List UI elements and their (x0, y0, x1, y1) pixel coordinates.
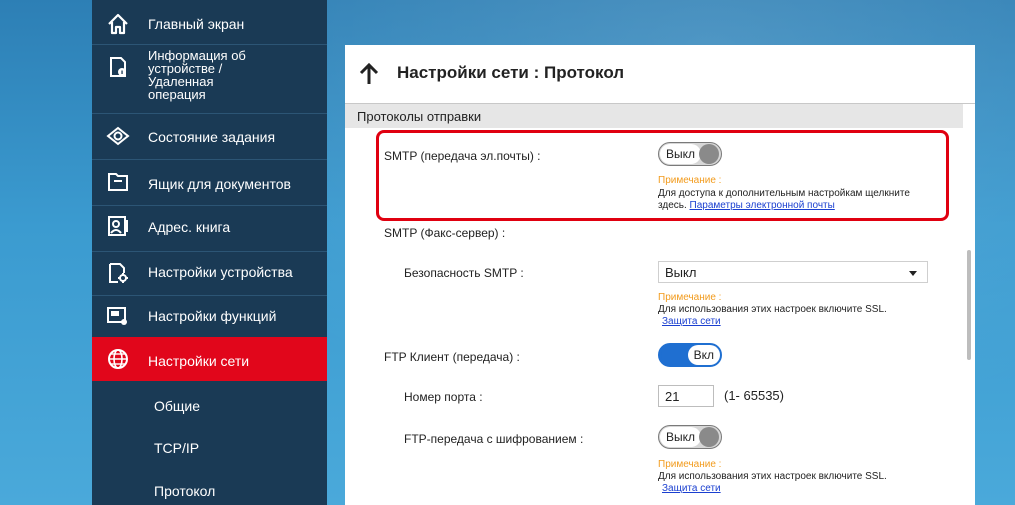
sidebar-item-device-info[interactable]: Информация об устройстве / Удаленная операц… (92, 45, 327, 110)
function-settings-icon (106, 304, 130, 328)
toggle-label: Вкл (687, 345, 720, 365)
sidebar-item-label: Главный экран (148, 16, 245, 32)
sidebar-item-document-box[interactable]: Ящик для документов (92, 160, 327, 204)
sidebar-item-address-book[interactable]: Адрес. книга (92, 206, 327, 250)
ftp-client-label: FTP Клиент (передача) : (384, 350, 520, 364)
sidebar-subitem-label: Протокол (154, 483, 216, 499)
sidebar-subitem-label: TCP/IP (154, 440, 200, 456)
smtp-security-label: Безопасность SMTP : (404, 266, 524, 280)
document-box-icon (106, 170, 130, 194)
network-security-link[interactable]: Защита сети (662, 316, 721, 327)
sidebar-item-label: Информация об устройстве / Удаленная операц… (148, 48, 246, 102)
panel-header: Настройки сети : Протокол (345, 45, 975, 104)
settings-panel: Настройки сети : Протокол Протоколы отпр… (345, 45, 975, 505)
toggle-knob (699, 427, 719, 447)
address-book-icon (106, 214, 130, 238)
sidebar-subitem-protocol[interactable]: Протокол (92, 466, 327, 505)
smtp-fax-label: SMTP (Факс-сервер) : (384, 226, 506, 240)
toggle-label: Выкл (660, 427, 702, 447)
toggle-knob (661, 345, 681, 365)
note-title: Примечание : (658, 459, 722, 470)
sidebar-item-label: Настройки функций (148, 308, 277, 324)
ftp-client-toggle[interactable]: Вкл (658, 343, 722, 367)
sidebar-item-label: Настройки устройства (148, 264, 293, 280)
select-value: Выкл (665, 265, 697, 280)
sidebar-item-job-status[interactable]: Состояние задания (92, 114, 327, 158)
sidebar-item-network-settings[interactable]: Настройки сети (92, 337, 327, 381)
sidebar-item-label: Адрес. книга (148, 219, 231, 235)
smtp-security-select[interactable]: Выкл (658, 261, 928, 283)
sidebar-item-device-settings[interactable]: Настройки устройства (92, 252, 327, 294)
port-range: (1- 65535) (724, 388, 784, 403)
highlight-frame (376, 130, 949, 221)
globe-icon (106, 347, 130, 371)
page-title: Настройки сети : Протокол (397, 63, 625, 82)
scrollbar[interactable] (967, 250, 971, 360)
sidebar: Главный экран Информация об устройстве / У… (92, 0, 327, 505)
note-text: Для использования этих настроек включите… (658, 304, 887, 315)
device-info-icon (106, 55, 130, 79)
sidebar-item-label: Состояние задания (148, 129, 276, 145)
sidebar-item-label: Настройки сети (148, 353, 250, 369)
note-title: Примечание : (658, 292, 722, 303)
arrow-up-icon[interactable] (357, 62, 381, 91)
home-icon (106, 12, 130, 36)
sidebar-subitem-label: Общие (154, 398, 201, 414)
section-title: Протоколы отправки (357, 109, 482, 124)
note-text: Для использования этих настроек включите… (658, 471, 887, 482)
port-input[interactable]: 21 (658, 385, 714, 407)
device-settings-icon (106, 261, 130, 285)
sidebar-item-home[interactable]: Главный экран (92, 5, 327, 43)
ftp-encrypt-label: FTP-передача с шифрованием : (404, 432, 584, 446)
ftp-encrypt-toggle[interactable]: Выкл (658, 425, 722, 449)
sidebar-item-function-settings[interactable]: Настройки функций (92, 296, 327, 336)
chevron-down-icon (909, 271, 917, 276)
section-header: Протоколы отправки (345, 104, 963, 128)
eye-icon (106, 124, 130, 148)
network-security-link[interactable]: Защита сети (662, 483, 721, 494)
sidebar-subitem-general[interactable]: Общие (92, 382, 327, 424)
sidebar-item-label: Ящик для документов (148, 176, 291, 192)
port-label: Номер порта : (404, 390, 483, 404)
sidebar-subitem-tcpip[interactable]: TCP/IP (92, 424, 327, 466)
